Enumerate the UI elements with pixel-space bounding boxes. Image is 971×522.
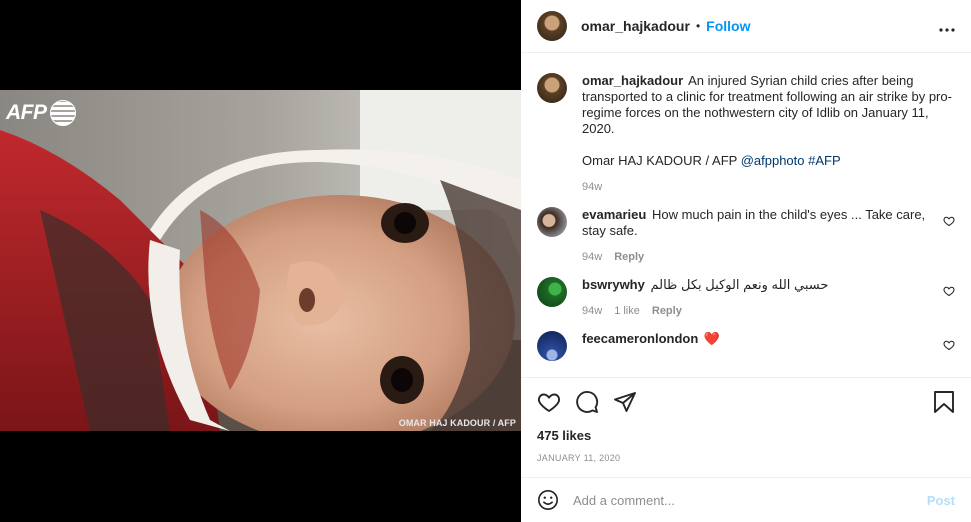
- photo-credit: OMAR HAJ KADOUR / AFP: [398, 418, 516, 428]
- comment-input[interactable]: [573, 492, 927, 508]
- post-side-pane: omar_hajkadour • Follow omar_hajkadour A…: [521, 0, 971, 522]
- likes-count[interactable]: 475 likes: [537, 428, 955, 443]
- comment-avatar[interactable]: [537, 207, 567, 237]
- header-separator: •: [695, 19, 701, 33]
- comments-list[interactable]: omar_hajkadour An injured Syrian child c…: [521, 54, 971, 377]
- comment-text: حسبي الله ونعم الوكيل بكل ظالم: [650, 277, 829, 292]
- reply-button[interactable]: Reply: [614, 251, 644, 263]
- small-heart-icon[interactable]: [943, 339, 955, 351]
- save-icon[interactable]: [933, 390, 955, 414]
- comment-text-block: evamarieu How much pain in the child's e…: [582, 207, 933, 239]
- comment-time[interactable]: 94w: [582, 305, 602, 317]
- caption-hashtag[interactable]: #AFP: [808, 153, 841, 168]
- post-button[interactable]: Post: [927, 493, 955, 508]
- action-icons: [537, 378, 955, 426]
- comment-avatar[interactable]: [537, 331, 567, 361]
- comment-avatar[interactable]: [537, 277, 567, 307]
- post-photo[interactable]: [0, 90, 521, 431]
- caption: omar_hajkadour An injured Syrian child c…: [537, 54, 955, 193]
- caption-mention[interactable]: @afpphoto: [741, 153, 805, 168]
- small-heart-icon[interactable]: [943, 215, 955, 227]
- caption-meta: 94w: [582, 181, 955, 193]
- small-heart-icon[interactable]: [943, 285, 955, 297]
- afp-logo-text: AFP: [6, 101, 47, 124]
- action-bar: 475 likes JANUARY 11, 2020: [521, 377, 971, 463]
- heart-icon[interactable]: [537, 390, 561, 414]
- post-header: omar_hajkadour • Follow: [521, 0, 971, 53]
- header-username[interactable]: omar_hajkadour: [581, 18, 690, 34]
- comment-text-block: bswrywhy حسبي الله ونعم الوكيل بكل ظالم: [582, 277, 933, 293]
- avatar[interactable]: [537, 11, 567, 41]
- comment-icon[interactable]: [575, 390, 599, 414]
- caption-text-block: omar_hajkadour An injured Syrian child c…: [582, 73, 955, 137]
- photo-illustration: [0, 90, 521, 431]
- comment-time[interactable]: 94w: [582, 251, 602, 263]
- afp-logo: AFP: [6, 98, 76, 128]
- caption-credit-line: Omar HAJ KADOUR / AFP @afpphoto #AFP: [582, 153, 955, 169]
- emoji-icon[interactable]: [537, 489, 559, 511]
- comment-username[interactable]: bswrywhy: [582, 277, 645, 292]
- caption-avatar[interactable]: [537, 73, 567, 103]
- caption-time[interactable]: 94w: [582, 181, 602, 193]
- share-icon[interactable]: [613, 390, 637, 414]
- more-icon[interactable]: [939, 17, 955, 35]
- comment-likes[interactable]: 1 like: [614, 305, 640, 317]
- comment-text-block: feecameronlondon ❤️: [582, 331, 933, 347]
- comment-text: ❤️: [703, 331, 721, 346]
- add-comment-bar: Post: [521, 477, 971, 522]
- comment-meta: 94w 1 like Reply: [582, 305, 933, 317]
- caption-credit: Omar HAJ KADOUR / AFP: [582, 153, 738, 168]
- post-date[interactable]: JANUARY 11, 2020: [537, 453, 955, 463]
- comment-item: evamarieu How much pain in the child's e…: [537, 207, 955, 263]
- caption-username[interactable]: omar_hajkadour: [582, 73, 683, 88]
- comment-item: bswrywhy حسبي الله ونعم الوكيل بكل ظالم …: [537, 277, 955, 317]
- afp-globe-icon: [49, 100, 76, 126]
- comment-username[interactable]: evamarieu: [582, 207, 646, 222]
- comment-item: feecameronlondon ❤️: [537, 331, 955, 361]
- post-media[interactable]: AFP OMAR HAJ KADOUR / AFP: [0, 0, 521, 522]
- follow-button[interactable]: Follow: [706, 18, 750, 34]
- comment-meta: 94w Reply: [582, 251, 933, 263]
- comment-username[interactable]: feecameronlondon: [582, 331, 698, 346]
- reply-button[interactable]: Reply: [652, 305, 682, 317]
